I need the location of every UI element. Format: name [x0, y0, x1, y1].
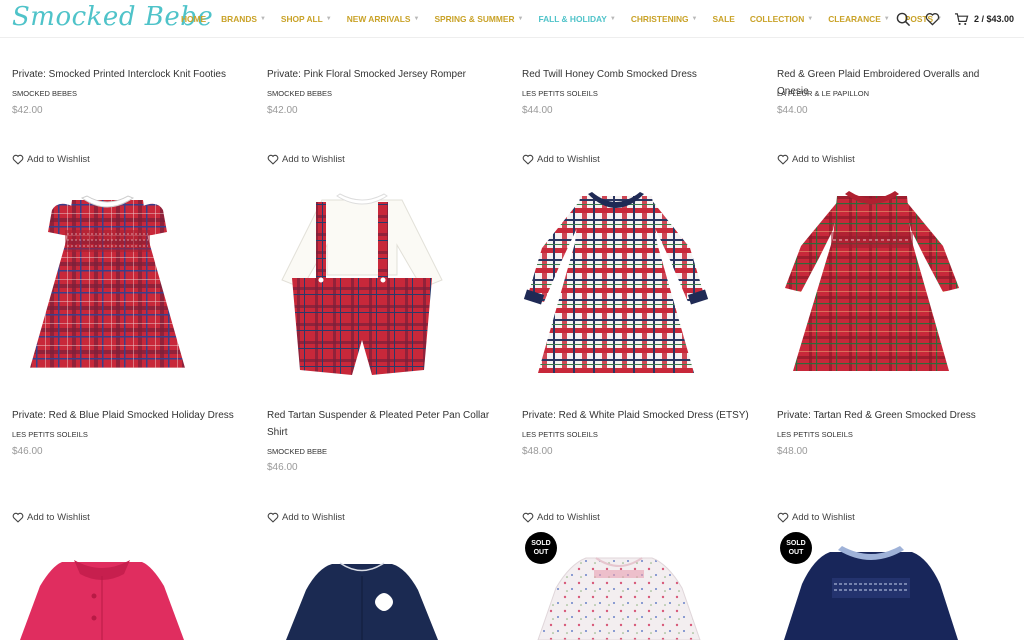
product-brand[interactable]: SMOCKED BEBES [12, 89, 77, 98]
main-nav: HOME BRANDS ▼ SHOP ALL ▼ NEW ARRIVALS ▼ SPR… [181, 0, 957, 38]
nav-new-arrivals[interactable]: NEW ARRIVALS ▼ [347, 14, 420, 24]
cart-icon [954, 13, 969, 25]
product-title[interactable]: Private: Red & Blue Plaid Smocked Holida… [12, 407, 247, 424]
header-actions: 2 / $43.00 [882, 0, 1014, 38]
product-brand[interactable]: SMOCKED BEBES [267, 89, 332, 98]
sold-out-badge: SOLD OUT [780, 532, 812, 564]
wishlist-label: Add to Wishlist [282, 512, 345, 523]
product-title[interactable]: Red Tartan Suspender & Pleated Peter Pan… [267, 407, 492, 441]
product-price: $46.00 [267, 462, 298, 473]
nav-label: CHRISTENING [630, 14, 689, 24]
product-brand[interactable]: LES PETITS SOLEILS [12, 430, 88, 439]
search-icon[interactable] [896, 12, 911, 27]
add-to-wishlist-button[interactable]: Add to Wishlist [12, 154, 90, 165]
nav-label: FALL & HOLIDAY [538, 14, 607, 24]
product-brand[interactable]: LES PETITS SOLEILS [777, 430, 853, 439]
add-to-wishlist-button[interactable]: Add to Wishlist [777, 154, 855, 165]
product-image-tartan-red-green-dress[interactable] [781, 188, 963, 383]
add-to-wishlist-button[interactable]: Add to Wishlist [522, 512, 600, 523]
nav-label: BRANDS [221, 14, 257, 24]
add-to-wishlist-button[interactable]: Add to Wishlist [777, 512, 855, 523]
cart-button[interactable]: 2 / $43.00 [954, 12, 1014, 26]
nav-clearance[interactable]: CLEARANCE ▼ [828, 14, 890, 24]
product-brand[interactable]: LES PETITS SOLEILS [522, 89, 598, 98]
wishlist-label: Add to Wishlist [282, 154, 345, 165]
nav-label: SALE [712, 14, 735, 24]
product-image-navy-cardigan[interactable] [282, 560, 442, 640]
heart-outline-icon [522, 154, 534, 165]
chevron-down-icon: ▼ [259, 16, 266, 22]
product-price: $44.00 [522, 105, 553, 116]
site-header: Smocked Bebe HOME BRANDS ▼ SHOP ALL ▼ NEW … [0, 0, 1024, 38]
add-to-wishlist-button[interactable]: Add to Wishlist [522, 154, 600, 165]
chevron-down-icon: ▼ [691, 16, 698, 22]
wishlist-label: Add to Wishlist [792, 154, 855, 165]
chevron-down-icon: ▼ [325, 16, 332, 22]
heart-outline-icon [777, 512, 789, 523]
product-image-red-blue-plaid-dress[interactable] [20, 188, 195, 383]
nav-label: COLLECTION [749, 14, 805, 24]
chevron-down-icon: ▼ [517, 16, 524, 22]
product-price: $48.00 [522, 446, 553, 457]
nav-label: HOME [181, 14, 207, 24]
product-price: $42.00 [267, 105, 298, 116]
product-title[interactable]: Private: Red & White Plaid Smocked Dress… [522, 407, 757, 424]
product-price: $46.00 [12, 446, 43, 457]
product-image-red-tartan-suspender[interactable] [272, 190, 452, 382]
nav-shop-all[interactable]: SHOP ALL ▼ [281, 14, 332, 24]
sold-out-label: SOLD OUT [786, 540, 806, 556]
nav-fall-holiday[interactable]: FALL & HOLIDAY ▼ [538, 14, 615, 24]
wishlist-label: Add to Wishlist [27, 154, 90, 165]
add-to-wishlist-button[interactable]: Add to Wishlist [12, 512, 90, 523]
product-title[interactable]: Private: Smocked Printed Interclock Knit… [12, 66, 247, 83]
nav-brands[interactable]: BRANDS ▼ [221, 14, 266, 24]
product-brand[interactable]: LA FLEUR & LE PAPILLON [777, 89, 869, 98]
product-image-red-white-plaid-dress[interactable] [522, 188, 710, 383]
product-title[interactable]: Private: Tartan Red & Green Smocked Dres… [777, 407, 1012, 424]
add-to-wishlist-button[interactable]: Add to Wishlist [267, 512, 345, 523]
heart-outline-icon [12, 512, 24, 523]
product-title[interactable]: Private: Pink Floral Smocked Jersey Romp… [267, 66, 502, 83]
sold-out-label: SOLD OUT [531, 540, 551, 556]
heart-outline-icon [267, 512, 279, 523]
nav-label: CLEARANCE [828, 14, 881, 24]
nav-home[interactable]: HOME [181, 14, 206, 24]
nav-sale[interactable]: SALE [712, 14, 734, 24]
wishlist-label: Add to Wishlist [537, 512, 600, 523]
product-brand[interactable]: SMOCKED BEBE [267, 447, 327, 456]
heart-outline-icon [522, 512, 534, 523]
nav-collection[interactable]: COLLECTION ▼ [750, 14, 813, 24]
heart-outline-icon [12, 154, 24, 165]
product-image-floral-dress[interactable] [534, 552, 704, 640]
heart-icon[interactable] [925, 12, 940, 26]
chevron-down-icon: ▼ [413, 16, 420, 22]
wishlist-label: Add to Wishlist [792, 512, 855, 523]
sold-out-badge: SOLD OUT [525, 532, 557, 564]
nav-label: SHOP ALL [280, 14, 323, 24]
product-price: $42.00 [12, 105, 43, 116]
nav-label: SPRING & SUMMER [434, 14, 515, 24]
nav-christening[interactable]: CHRISTENING ▼ [631, 14, 698, 24]
wishlist-label: Add to Wishlist [27, 512, 90, 523]
heart-outline-icon [777, 154, 789, 165]
product-price: $48.00 [777, 446, 808, 457]
chevron-down-icon: ▼ [807, 16, 814, 22]
cart-summary: 2 / $43.00 [973, 14, 1014, 24]
nav-spring-summer[interactable]: SPRING & SUMMER ▼ [434, 14, 523, 24]
product-brand[interactable]: LES PETITS SOLEILS [522, 430, 598, 439]
chevron-down-icon: ▼ [609, 16, 616, 22]
add-to-wishlist-button[interactable]: Add to Wishlist [267, 154, 345, 165]
nav-label: NEW ARRIVALS [346, 14, 411, 24]
product-title[interactable]: Red Twill Honey Comb Smocked Dress [522, 66, 757, 83]
product-price: $44.00 [777, 105, 808, 116]
product-image-pink-coat[interactable] [12, 556, 192, 640]
wishlist-label: Add to Wishlist [537, 154, 600, 165]
heart-outline-icon [267, 154, 279, 165]
